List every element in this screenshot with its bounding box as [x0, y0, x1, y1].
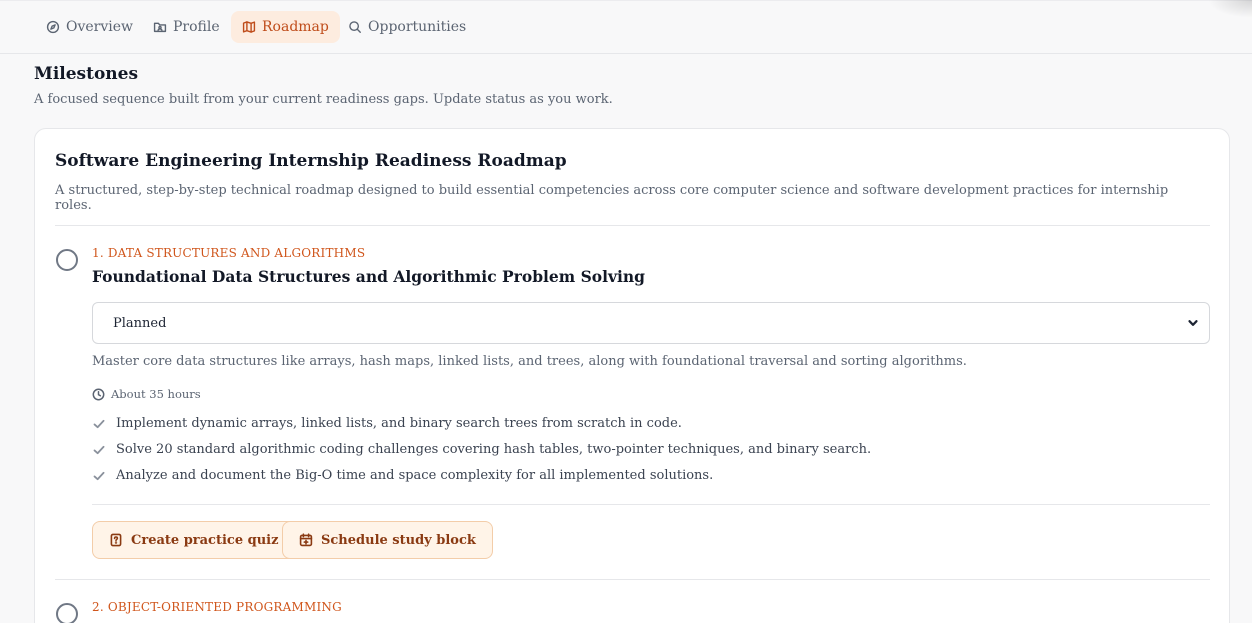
task-text: Solve 20 standard algorithmic coding cha… — [116, 442, 872, 457]
create-practice-quiz-button[interactable]: Create practice quiz — [92, 521, 296, 559]
task-text: Implement dynamic arrays, linked lists, … — [116, 416, 682, 431]
page-title: Milestones — [34, 64, 139, 84]
tab-label: Roadmap — [262, 19, 329, 35]
milestone-category: 2. OBJECT-ORIENTED PROGRAMMING — [92, 600, 342, 614]
chevron-down-icon — [1188, 320, 1198, 326]
quiz-icon — [110, 533, 122, 547]
task-item: Implement dynamic arrays, linked lists, … — [92, 416, 682, 431]
tab-overview[interactable]: Overview — [35, 11, 144, 43]
tab-opportunities[interactable]: Opportunities — [337, 11, 477, 43]
milestone-status-toggle[interactable] — [56, 249, 78, 271]
divider — [55, 225, 1210, 226]
roadmap-title: Software Engineering Internship Readines… — [55, 151, 567, 171]
check-icon — [93, 445, 105, 454]
milestone-title: Foundational Data Structures and Algorit… — [92, 267, 645, 286]
tab-profile[interactable]: Profile — [142, 11, 231, 43]
tab-label: Opportunities — [368, 19, 467, 35]
milestone-category: 1. DATA STRUCTURES AND ALGORITHMS — [92, 246, 366, 260]
milestone-status-toggle[interactable] — [56, 603, 78, 623]
roadmap-description: A structured, step-by-step technical roa… — [55, 183, 1169, 213]
tab-label: Profile — [173, 19, 220, 35]
milestone-status-select[interactable]: Planned — [92, 302, 1210, 344]
page-subtitle: A focused sequence built from your curre… — [34, 92, 613, 107]
folder-user-icon — [153, 22, 167, 33]
status-select-value: Planned — [113, 315, 167, 331]
compass-icon — [46, 20, 60, 34]
milestone-duration: About 35 hours — [92, 387, 201, 401]
map-icon — [242, 21, 256, 33]
clock-icon — [92, 388, 105, 400]
task-text: Analyze and document the Big-O time and … — [116, 468, 714, 483]
calendar-plus-icon — [299, 533, 313, 547]
duration-label: About 35 hours — [111, 387, 201, 401]
check-icon — [93, 419, 105, 428]
divider — [92, 504, 1210, 505]
search-icon — [349, 21, 361, 33]
tab-roadmap[interactable]: Roadmap — [231, 11, 340, 43]
button-label: Schedule study block — [321, 532, 476, 548]
top-nav: Overview Profile Roadmap Opportunities — [0, 0, 1252, 54]
roadmap-card: Software Engineering Internship Readines… — [34, 128, 1230, 623]
milestone-description: Master core data structures like arrays,… — [92, 354, 967, 369]
check-icon — [93, 471, 105, 480]
window-corner-shadow — [1208, 0, 1252, 18]
task-item: Analyze and document the Big-O time and … — [92, 468, 713, 483]
schedule-study-block-button[interactable]: Schedule study block — [282, 521, 493, 559]
button-label: Create practice quiz — [131, 532, 279, 548]
tab-label: Overview — [66, 19, 134, 35]
task-item: Solve 20 standard algorithmic coding cha… — [92, 442, 871, 457]
divider — [55, 579, 1210, 580]
